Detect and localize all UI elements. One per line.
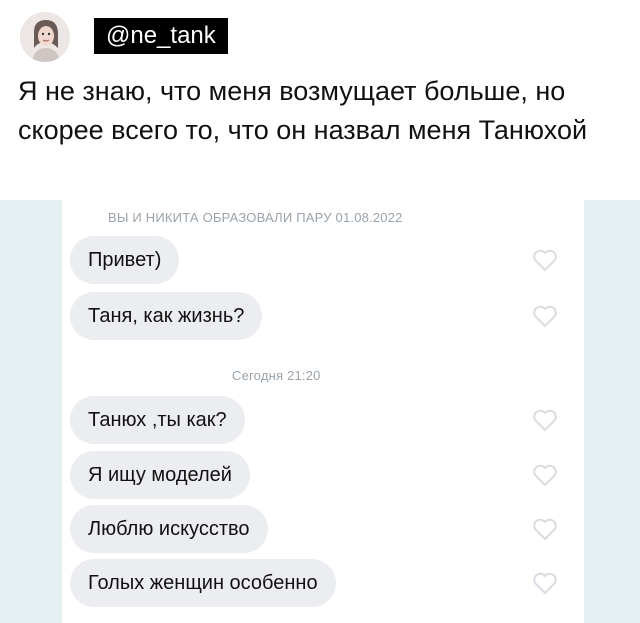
message-bubble[interactable]: Люблю искусство [70, 505, 268, 553]
heart-icon[interactable] [532, 571, 558, 595]
heart-icon[interactable] [532, 517, 558, 541]
message-row: Голых женщин особенно [70, 559, 576, 607]
message-bubble[interactable]: Привет) [70, 236, 180, 284]
username[interactable]: @ne_tank [94, 18, 228, 54]
heart-icon[interactable] [532, 463, 558, 487]
message-bubble[interactable]: Я ищу моделей [70, 451, 250, 499]
avatar[interactable] [20, 12, 70, 62]
message-row: Таня, как жизнь? [70, 292, 576, 340]
message-bubble[interactable]: Таня, как жизнь? [70, 292, 263, 340]
message-row: Люблю искусство [70, 505, 576, 553]
message-row: Привет) [70, 236, 576, 284]
chat-screenshot: ВЫ И НИКИТА ОБРАЗОВАЛИ ПАРУ 01.08.2022 П… [0, 200, 640, 623]
match-banner: ВЫ И НИКИТА ОБРАЗОВАЛИ ПАРУ 01.08.2022 [108, 210, 403, 225]
post-header: @ne_tank Я не знаю, что меня возмущает б… [0, 0, 640, 200]
message-row: Я ищу моделей [70, 451, 576, 499]
heart-icon[interactable] [532, 304, 558, 328]
heart-icon[interactable] [532, 408, 558, 432]
heart-icon[interactable] [532, 248, 558, 272]
message-row: Танюх ,ты как? [70, 396, 576, 444]
message-bubble[interactable]: Голых женщин особенно [70, 559, 336, 607]
message-bubble[interactable]: Танюх ,ты как? [70, 396, 245, 444]
date-divider: Сегодня 21:20 [232, 368, 321, 383]
chat-panel: ВЫ И НИКИТА ОБРАЗОВАЛИ ПАРУ 01.08.2022 П… [62, 200, 584, 623]
avatar-photo-icon [20, 12, 70, 62]
post-text: Я не знаю, что меня возмущает больше, но… [18, 76, 588, 145]
